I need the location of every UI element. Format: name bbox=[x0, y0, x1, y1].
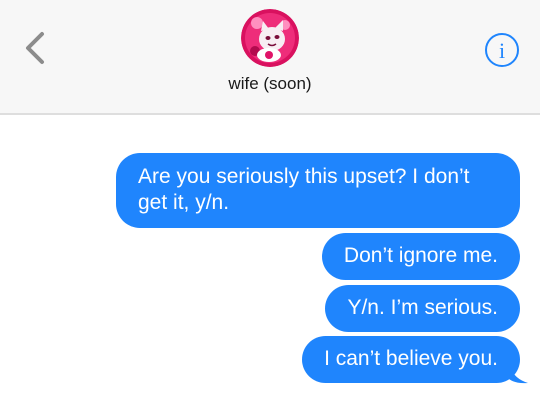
bubble-tail bbox=[508, 364, 528, 384]
contact-name[interactable]: wife (soon) bbox=[0, 74, 540, 94]
message-bubble-outgoing[interactable]: Y/n. I’m serious. bbox=[325, 285, 520, 332]
conversation-header: wife (soon) i bbox=[0, 0, 540, 113]
chevron-left-icon bbox=[26, 32, 44, 64]
avatar-image bbox=[241, 9, 299, 67]
info-button[interactable]: i bbox=[484, 32, 520, 68]
info-glyph: i bbox=[499, 38, 505, 63]
message-bubble-outgoing[interactable]: I can’t believe you. bbox=[302, 336, 520, 383]
info-circle-icon: i bbox=[485, 33, 519, 67]
back-button[interactable] bbox=[18, 28, 54, 68]
header-divider bbox=[0, 113, 540, 115]
message-bubble-outgoing[interactable]: Don’t ignore me. bbox=[321, 233, 520, 280]
avatar[interactable] bbox=[241, 9, 299, 67]
message-bubble-outgoing[interactable]: Are you seriously this upset? I don’t ge… bbox=[116, 153, 520, 228]
